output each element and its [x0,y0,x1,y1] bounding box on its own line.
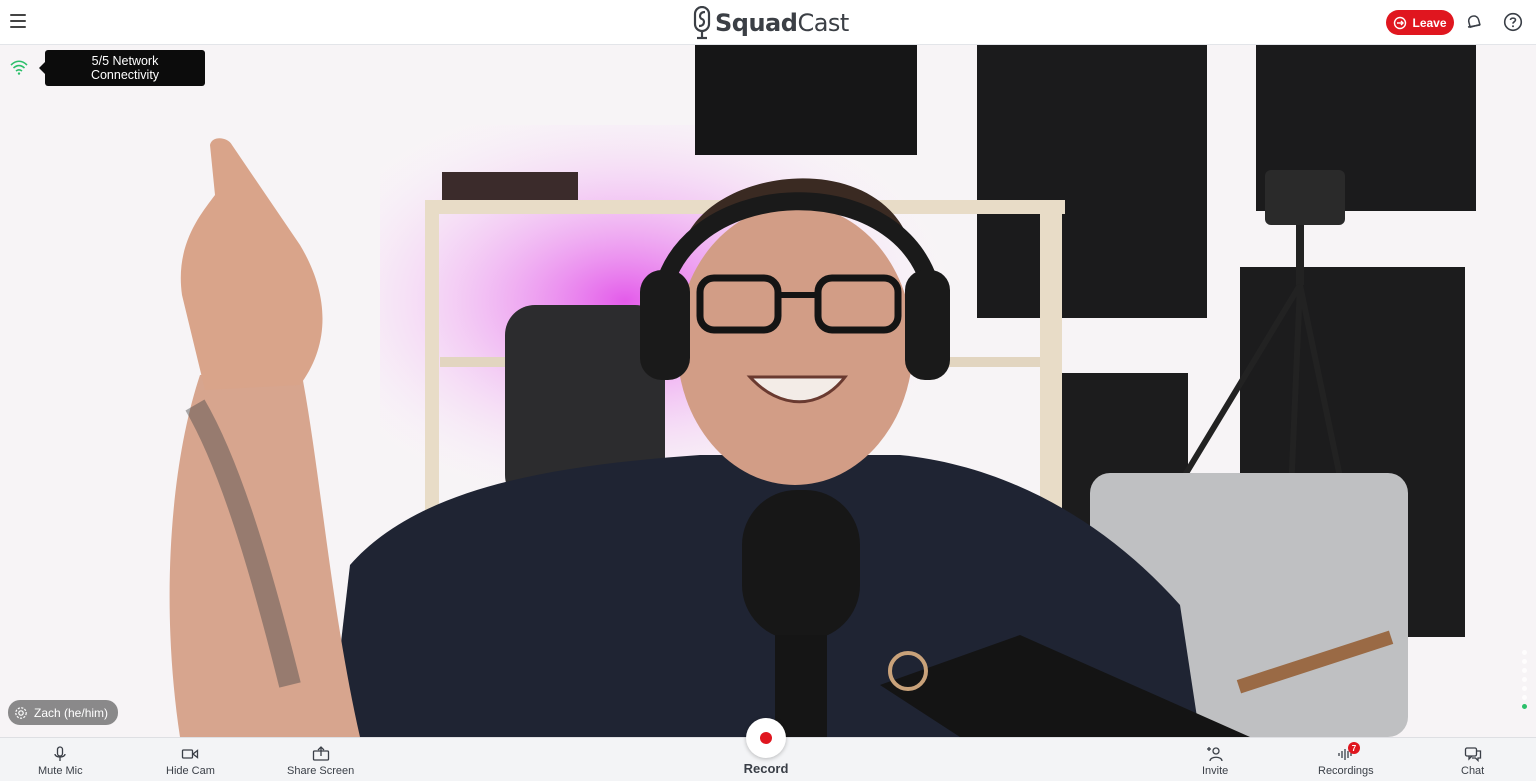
share-screen-button[interactable]: Share Screen [287,746,354,777]
add-user-icon [1207,747,1223,762]
brand-suffix: Cast [797,9,849,37]
participant-name: Zach (he/him) [34,705,109,720]
network-tooltip: 5/5 Network Connectivity [39,50,205,86]
video-page-dots[interactable] [1522,650,1530,709]
recordings-label: Recordings [1318,765,1374,777]
share-screen-label: Share Screen [287,765,355,777]
share-screen-icon [312,746,329,761]
help-circle-icon[interactable] [1503,12,1523,32]
tooltip-line2: Connectivity [90,68,160,82]
top-header: SquadCast Leave [0,0,1536,45]
record-dot-icon [760,732,772,744]
chat-bubble-icon [1464,747,1481,762]
squadcast-logo: SquadCast [693,5,849,41]
mute-mic-button[interactable]: Mute Mic [38,746,83,777]
invite-label: Invite [1202,765,1229,777]
participant-video [0,45,1536,737]
mute-mic-label: Mute Mic [38,765,83,777]
bell-icon[interactable] [1464,12,1484,32]
chat-button[interactable]: Chat [1461,746,1484,777]
leave-button[interactable]: Leave [1386,10,1454,35]
recordings-button[interactable]: Recordings [1318,746,1374,777]
participant-name-pill[interactable]: Zach (he/him) [8,700,119,725]
record-label: Record [743,761,789,776]
record-button[interactable] [746,718,786,758]
microphone-icon [54,746,66,761]
wifi-icon [10,60,28,75]
exit-icon [1394,16,1407,29]
brand-prefix: Squad [715,9,798,37]
hamburger-menu-icon[interactable] [10,14,26,28]
gear-icon [15,706,27,719]
tooltip-line1: 5/5 Network [91,54,159,68]
camera-icon [182,749,199,759]
chat-label: Chat [1461,765,1485,777]
hide-cam-label: Hide Cam [166,765,215,777]
video-feed: 5/5 Network Connectivity Zach (he/him) [0,45,1536,737]
hide-cam-button[interactable]: Hide Cam [166,746,215,777]
recordings-count-badge: 7 [1348,742,1360,754]
microphone-logo-icon [693,6,711,40]
invite-button[interactable]: Invite [1202,746,1228,777]
leave-label: Leave [1412,15,1447,30]
